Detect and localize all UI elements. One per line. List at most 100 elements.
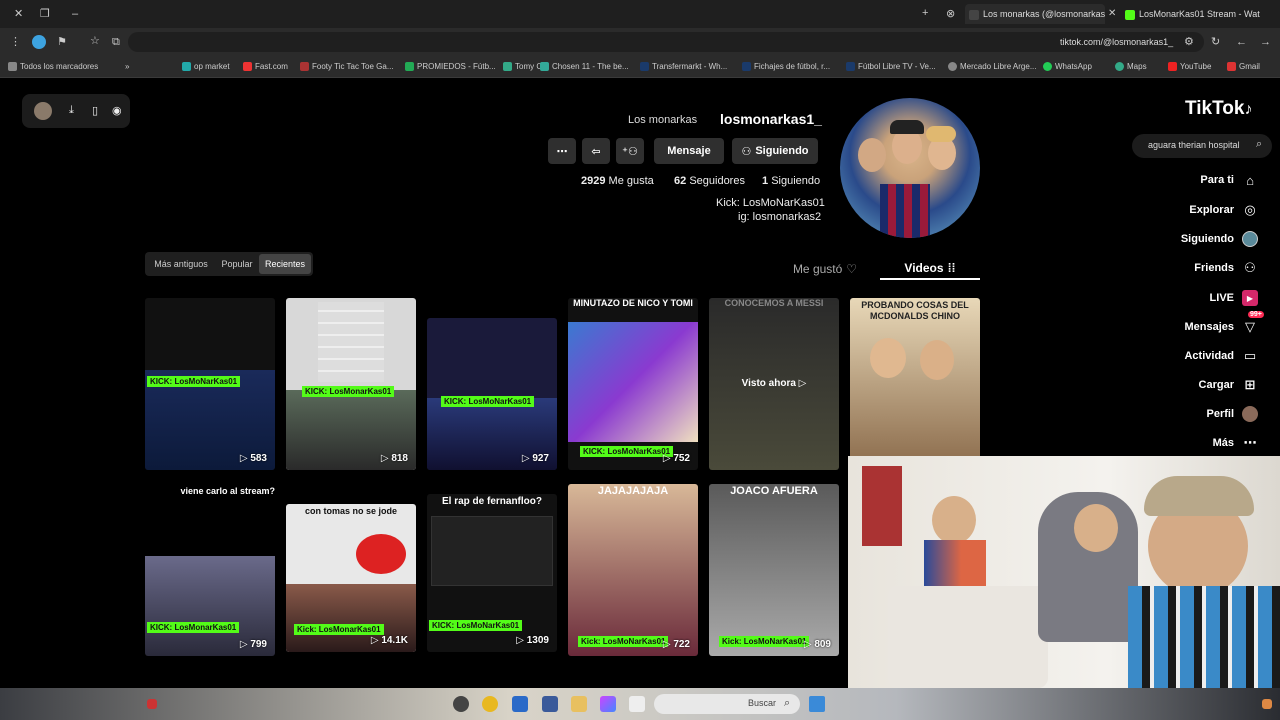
bed-shape (888, 586, 1048, 688)
tab-label: Los monarkas (@losmonarkas (983, 9, 1105, 19)
tab-label: Me gustó (792, 262, 843, 276)
bookmark-tomy[interactable]: Tomy C (503, 61, 542, 73)
more-options-icon[interactable]: ⋯ (548, 138, 576, 164)
copilot-icon[interactable] (600, 696, 616, 712)
video-card-7[interactable]: viene carlo al stream? KICK: LosMonarKas… (145, 484, 275, 656)
search-input[interactable]: aguara therian hospital (1148, 140, 1240, 150)
nav-live[interactable]: ▶ LIVE (1210, 290, 1258, 306)
close-window-icon[interactable]: ✕ (14, 7, 23, 21)
reload-icon[interactable]: ↻ (1211, 35, 1220, 49)
url-field[interactable] (128, 32, 1204, 52)
forward-icon[interactable]: ← (1236, 35, 1247, 49)
tab-search-icon[interactable]: ⊗ (946, 7, 955, 21)
video-card-4[interactable]: MINUTAZO DE NICO Y TOMI KICK: LosMoNarKa… (568, 298, 698, 470)
tab-tiktok[interactable]: Los monarkas (@losmonarkas (965, 4, 1105, 24)
nav-friends[interactable]: ⚇ Friends (1194, 260, 1258, 276)
nav-cargar[interactable]: ⊞ Cargar (1199, 377, 1258, 393)
tray-icon[interactable] (147, 699, 157, 709)
nav-explorar[interactable]: ◎ Explorar (1189, 202, 1258, 218)
video-card-6[interactable]: PROBANDO COSAS DEL MCDONALDS CHINO (850, 298, 980, 470)
bio-line: Kick: LosMoNarKas01 (716, 197, 825, 209)
bookmark-mercadolibre[interactable]: Mercado Libre Arge... (948, 61, 1036, 73)
message-button[interactable]: Mensaje (654, 138, 724, 164)
nav-perfil[interactable]: Perfil (1206, 406, 1258, 422)
bookmark-transfermarkt[interactable]: Transfermarkt - Wh... (640, 61, 727, 73)
nav-label: Siguiendo (1180, 233, 1234, 245)
user-avatar[interactable] (34, 102, 52, 120)
video-card-10[interactable]: JAJAJAJAJA Kick: LosMoNarKas01 ▷ 722 (568, 484, 698, 656)
followers-stat[interactable]: 62 Seguidores (674, 175, 745, 187)
following-button[interactable]: ⚇ Siguiendo (732, 138, 818, 164)
nav-para-ti[interactable]: ⌂ Para ti (1200, 172, 1258, 188)
edge-icon[interactable] (512, 696, 528, 712)
video-card-9[interactable]: El rap de fernanfloo? KICK: LosMoNarKas0… (427, 494, 557, 652)
bookmark-fast[interactable]: Fast.com (243, 61, 288, 73)
share-icon[interactable]: ⧉ (112, 35, 120, 49)
bookmark-maps[interactable]: Maps (1115, 61, 1147, 73)
chrome-icon[interactable] (482, 696, 498, 712)
sort-popular[interactable]: Popular (218, 254, 256, 274)
tab-videos[interactable]: Videos ⁞⁞ (880, 258, 980, 280)
back-icon[interactable]: → (1260, 35, 1271, 49)
bookmark-fichajes[interactable]: Fichajes de fútbol, r... (742, 61, 830, 73)
bookmark-footy[interactable]: Footy Tic Tac Toe Ga... (300, 61, 394, 73)
new-tab-icon[interactable]: + (922, 6, 928, 20)
video-card-3[interactable]: KICK: LosMoNarKas01 ▷ 927 (427, 318, 557, 470)
task-view-icon[interactable] (629, 696, 645, 712)
tiktok-logo[interactable]: TikTok♪ (1185, 98, 1252, 120)
device-icon[interactable]: ▯ (92, 104, 98, 117)
kick-tag: KICK: LosMoNarKas01 (429, 620, 523, 631)
bookmark-youtube[interactable]: YouTube (1168, 61, 1211, 73)
address-bar-row: ⋮ ⚑ ☆ ⧉ tiktok.com/@losmonarkas1_ ⚙ ↻ ← … (0, 28, 1280, 56)
nav-mensajes[interactable]: ▽ 99+ Mensajes (1184, 311, 1264, 335)
video-card-8[interactable]: con tomas no se jode Kick: LosMonarKas01… (286, 504, 416, 652)
download-icon[interactable]: ⤓ (69, 104, 74, 117)
add-friend-icon[interactable]: ⁺⚇ (616, 138, 644, 164)
overlay-text: Visto ahora (741, 378, 796, 389)
bookmark-futbollibre[interactable]: Fútbol Libre TV - Ve... (846, 61, 936, 73)
video-card-1[interactable]: KICK: LosMoNarKas01 ▷ 583 (145, 298, 275, 470)
folder-icon[interactable] (571, 696, 587, 712)
minimize-window-icon[interactable]: – (72, 7, 78, 21)
bookmark-opmarket[interactable]: op market (182, 61, 230, 73)
nav-siguiendo[interactable]: Siguiendo (1181, 231, 1258, 247)
store-icon[interactable] (542, 696, 558, 712)
likes-stat: 2929 Me gusta (581, 175, 654, 187)
search-icon[interactable]: ⌕ (1256, 138, 1262, 151)
profile-avatar[interactable] (840, 98, 980, 238)
share-icon[interactable]: ⇦ (582, 138, 610, 164)
market-icon (182, 62, 191, 72)
nav-actividad[interactable]: ▭ Actividad (1184, 348, 1258, 364)
profile-avatar-icon[interactable] (32, 35, 46, 49)
video-card-2[interactable]: KICK: LosMonarKas01 ▷ 818 (286, 298, 416, 470)
search-bar[interactable]: aguara therian hospital ⌕ (1132, 134, 1272, 158)
close-tab-icon[interactable]: ✕ (1108, 7, 1116, 21)
site-info-icon[interactable]: ⚙ (1184, 35, 1194, 49)
restore-window-icon[interactable]: ❐ (40, 7, 50, 21)
video-card-11[interactable]: JOACO AFUERA Kick: LosMoNarKas01 ▷ 809 (709, 484, 839, 656)
tomy-icon (503, 62, 512, 72)
tab-kick-stream[interactable]: LosMonarKas01 Stream - Wat (1125, 4, 1265, 24)
tab-liked[interactable]: Me gustó ♡ (780, 258, 870, 280)
bookmark-all[interactable]: Todos los marcadores (8, 61, 98, 73)
bookmark-gmail[interactable]: Gmail (1227, 61, 1260, 73)
sort-recent[interactable]: Recientes (259, 254, 311, 274)
coin-icon[interactable]: ◉ (112, 104, 122, 117)
windows-start-icon[interactable] (809, 696, 825, 712)
notification-icon[interactable] (1262, 699, 1272, 709)
chevron-icon[interactable]: » (125, 61, 129, 73)
video-caption: con tomas no se jode (304, 506, 398, 516)
following-stat[interactable]: 1 Siguiendo (762, 175, 820, 187)
taskbar-search[interactable]: Buscar ⌕ (654, 694, 800, 714)
bookmark-chosen11[interactable]: Chosen 11 - The be... (540, 61, 629, 73)
nav-mas[interactable]: ⋯ Más (1213, 435, 1258, 451)
bookmark-star-icon[interactable]: ☆ (90, 34, 100, 48)
bookmark-promiedos[interactable]: PROMIEDOS - Fútb... (405, 61, 496, 73)
video-card-5[interactable]: CONOCEMOS A MESSI Visto ahora ▷ (709, 298, 839, 470)
menu-icon[interactable]: ⋮ (10, 35, 21, 49)
bookmark-whatsapp[interactable]: WhatsApp (1043, 61, 1092, 73)
sort-oldest[interactable]: Más antiguos (148, 254, 214, 274)
profile-username: losmonarkas1_ (720, 111, 822, 127)
obs-icon[interactable] (453, 696, 469, 712)
extensions-icon[interactable]: ⚑ (57, 35, 67, 49)
